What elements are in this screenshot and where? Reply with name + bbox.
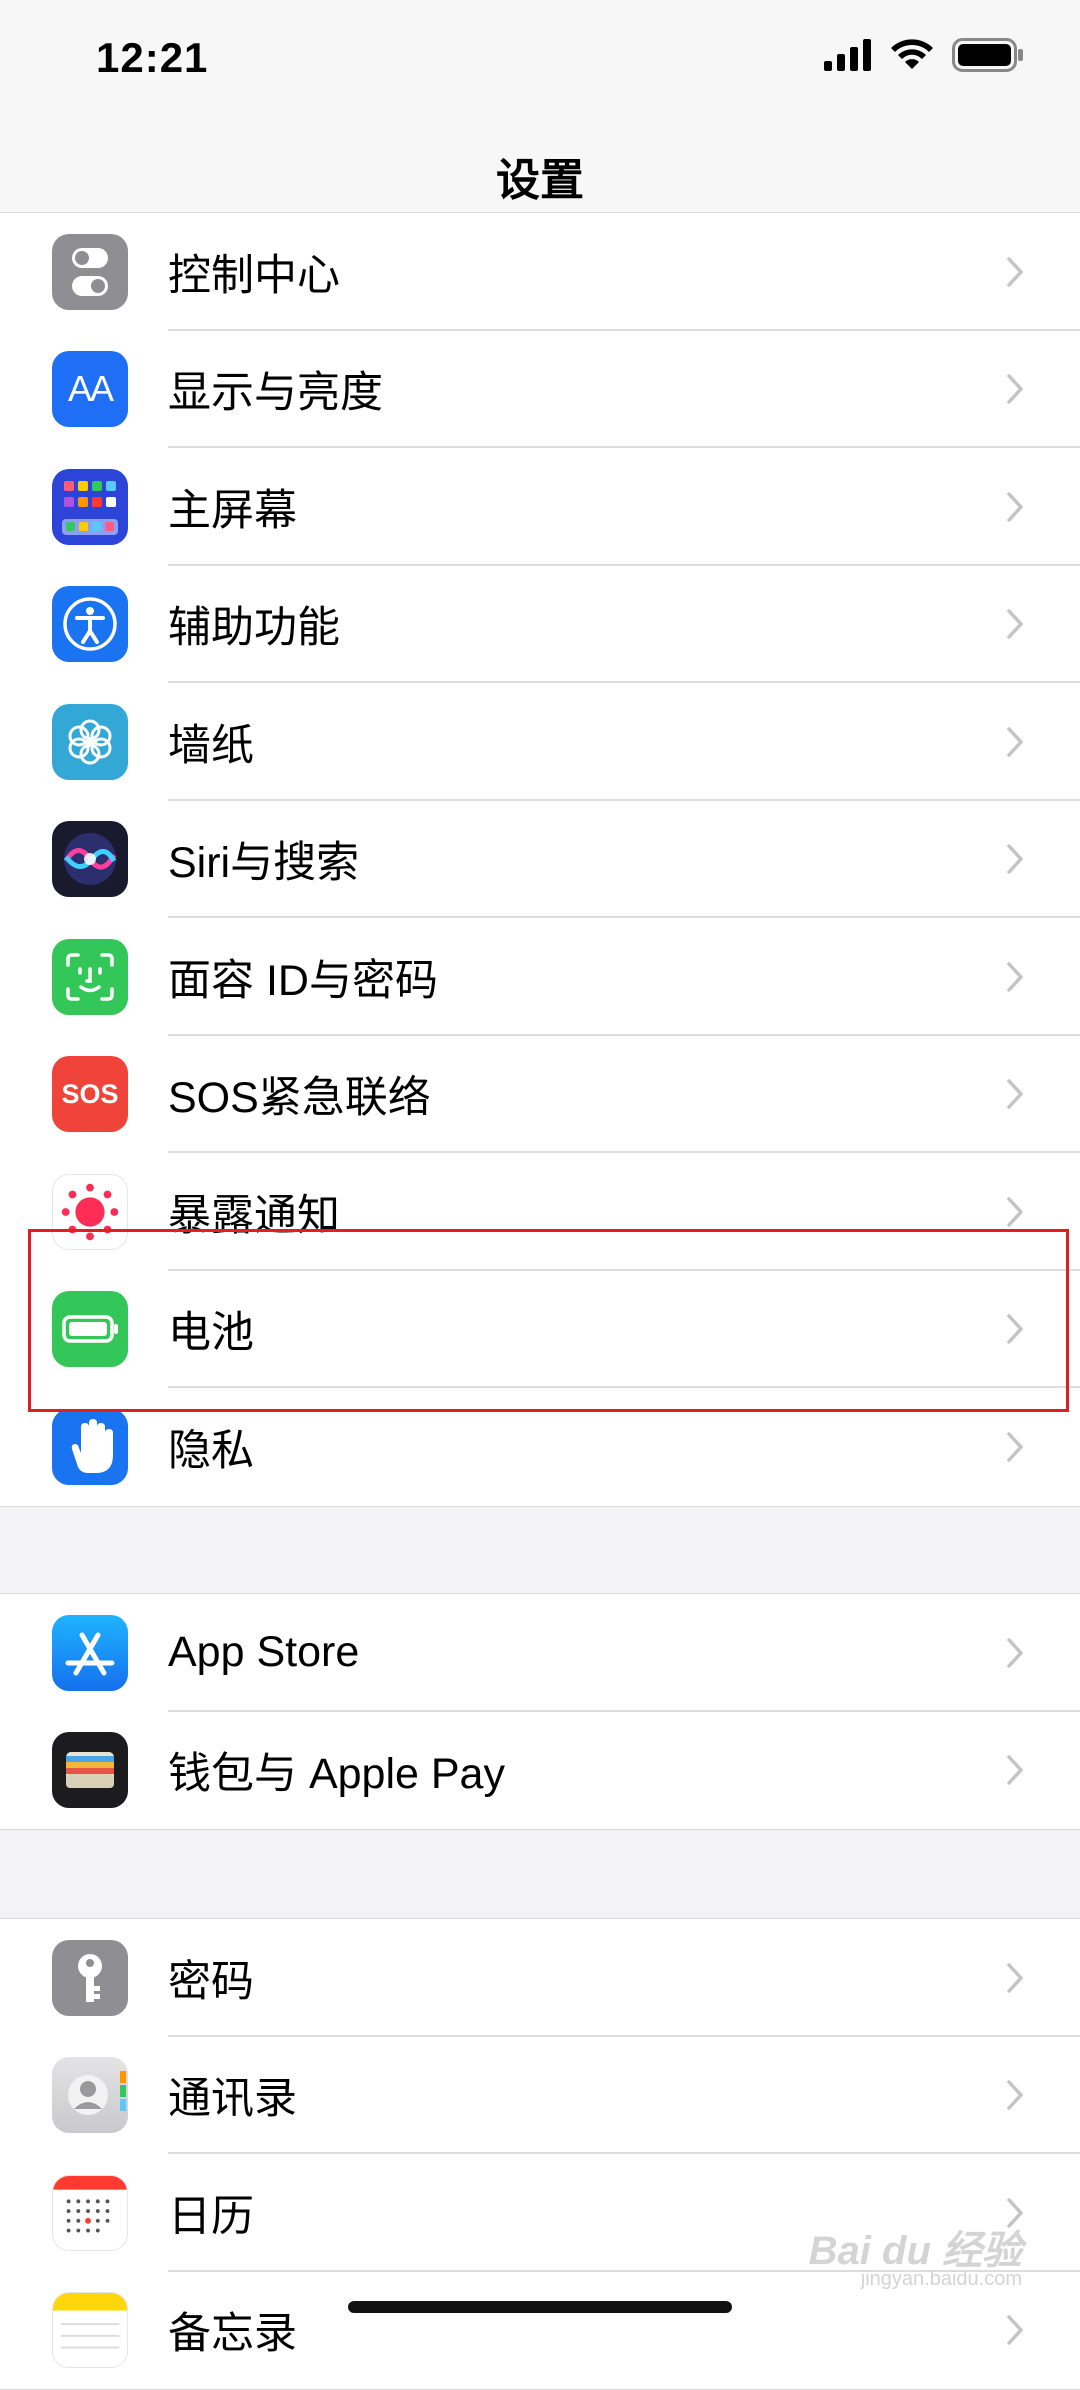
- calendar-icon: [52, 2174, 128, 2251]
- chevron-right-icon: [1007, 492, 1023, 522]
- face-id-icon: [52, 938, 128, 1015]
- chevron-right-icon: [1007, 1963, 1023, 1993]
- settings-row-wallpaper[interactable]: 墙纸: [0, 683, 1080, 801]
- chevron-right-icon: [1007, 844, 1023, 874]
- chevron-right-icon: [1007, 257, 1023, 287]
- settings-row-label: App Store: [168, 1628, 360, 1677]
- settings-row-label: 钱包与 Apple Pay: [168, 1750, 505, 1799]
- chevron-right-icon: [1007, 1755, 1023, 1785]
- privacy-hand-icon: [52, 1408, 128, 1485]
- display-glyph: AA: [67, 368, 114, 410]
- settings-row-siri-search[interactable]: Siri与搜索: [0, 801, 1080, 918]
- settings-row-label: 墙纸: [168, 721, 254, 770]
- battery-status-icon: [952, 38, 1023, 72]
- chevron-right-icon: [1007, 1638, 1023, 1668]
- settings-row-label: 面容 ID与密码: [168, 956, 438, 1005]
- settings-row-label: 电池: [168, 1309, 254, 1358]
- siri-icon: [52, 821, 128, 898]
- settings-row-exposure-notifications[interactable]: 暴露通知: [0, 1153, 1080, 1271]
- settings-row-label: 控制中心: [168, 251, 340, 300]
- sos-glyph: SOS: [61, 1078, 119, 1109]
- chevron-right-icon: [1007, 2315, 1023, 2345]
- settings-row-label: Siri与搜索: [168, 839, 360, 888]
- chevron-right-icon: [1007, 1197, 1023, 1227]
- settings-row-emergency-sos[interactable]: SOS SOS紧急联络: [0, 1036, 1080, 1153]
- app-store-icon: [52, 1614, 128, 1691]
- chevron-right-icon: [1007, 609, 1023, 639]
- chevron-right-icon: [1007, 1432, 1023, 1462]
- chevron-right-icon: [1007, 727, 1023, 757]
- key-icon: [52, 1939, 128, 2016]
- settings-row-label: 辅助功能: [168, 604, 340, 653]
- settings-row-label: 暴露通知: [168, 1191, 340, 1240]
- chevron-right-icon: [1007, 1314, 1023, 1344]
- settings-row-wallet-apple-pay[interactable]: 钱包与 Apple Pay: [0, 1712, 1080, 1830]
- chevron-right-icon: [1007, 962, 1023, 992]
- settings-row-app-store[interactable]: App Store: [0, 1594, 1080, 1712]
- settings-row-label: 密码: [168, 1957, 254, 2006]
- chevron-right-icon: [1007, 1079, 1023, 1109]
- settings-row-label: 显示与亮度: [168, 369, 383, 418]
- settings-row-privacy[interactable]: 隐私: [0, 1388, 1080, 1506]
- chevron-right-icon: [1007, 2080, 1023, 2110]
- settings-row-label: 隐私: [168, 1426, 254, 1475]
- home-screen-icon: [52, 468, 128, 545]
- accessibility-icon: [52, 586, 128, 663]
- home-indicator[interactable]: [348, 2301, 732, 2313]
- sos-icon: SOS: [52, 1056, 128, 1133]
- exposure-notification-icon: [52, 1173, 128, 1250]
- settings-row-label: 备忘录: [168, 2310, 297, 2359]
- cellular-signal-icon: [824, 39, 871, 71]
- battery-icon: [52, 1291, 128, 1368]
- settings-row-contacts[interactable]: 通讯录: [0, 2037, 1080, 2154]
- contacts-icon: [52, 2057, 128, 2134]
- notes-icon: [52, 2292, 128, 2369]
- settings-row-display-brightness[interactable]: AA 显示与亮度: [0, 331, 1080, 448]
- settings-row-passwords[interactable]: 密码: [0, 1919, 1080, 2037]
- status-icons: [824, 38, 1024, 72]
- settings-row-label: 日历: [168, 2192, 254, 2241]
- settings-group-1: 控制中心 AA 显示与亮度 主屏幕 辅助功能 墙纸 Siri与搜索 面容 ID与…: [0, 212, 1080, 1507]
- wallpaper-icon: [52, 703, 128, 780]
- settings-row-accessibility[interactable]: 辅助功能: [0, 566, 1080, 683]
- settings-row-label: 主屏幕: [168, 486, 297, 535]
- settings-group-3: 密码 通讯录 日历 备忘录: [0, 1918, 1080, 2390]
- settings-row-face-id[interactable]: 面容 ID与密码: [0, 918, 1080, 1036]
- settings-row-home-screen[interactable]: 主屏幕: [0, 448, 1080, 566]
- baidu-watermark-url: jingyan.baidu.com: [860, 2268, 1022, 2290]
- settings-row-battery[interactable]: 电池: [0, 1271, 1080, 1388]
- settings-row-control-center[interactable]: 控制中心: [0, 213, 1080, 331]
- display-brightness-icon: AA: [52, 351, 128, 428]
- status-time: 12:21: [96, 34, 209, 81]
- chevron-right-icon: [1007, 374, 1023, 404]
- wifi-icon: [891, 39, 933, 69]
- settings-group-2: App Store 钱包与 Apple Pay: [0, 1593, 1080, 1830]
- wallet-icon: [52, 1732, 128, 1809]
- settings-row-label: 通讯录: [168, 2075, 297, 2124]
- page-title: 设置: [496, 156, 584, 205]
- settings-row-label: SOS紧急联络: [168, 1074, 431, 1123]
- status-bar: 12:21: [0, 0, 1080, 118]
- control-center-icon: [52, 233, 128, 310]
